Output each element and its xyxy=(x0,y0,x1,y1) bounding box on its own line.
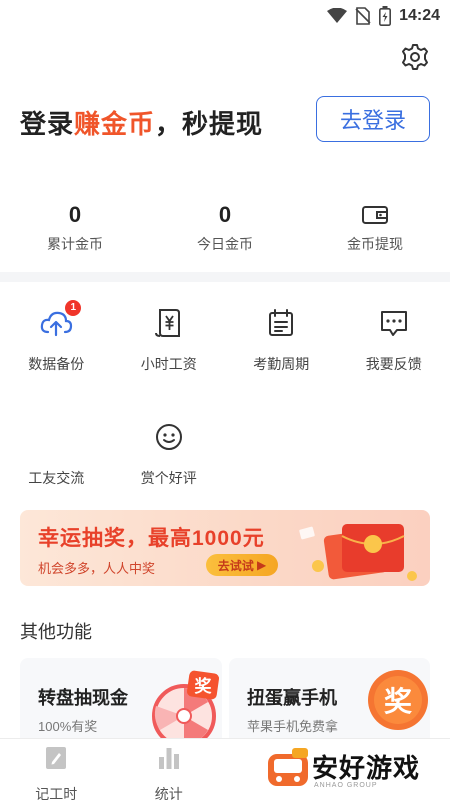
grid-item-attendance-cycle[interactable]: 考勤周期 xyxy=(225,306,338,420)
calendar-icon xyxy=(269,309,294,336)
login-title-suffix: ，秒提现 xyxy=(155,109,264,139)
today-coins-value: 0 xyxy=(218,202,232,227)
banner-try-button[interactable]: 去试试 ▶ xyxy=(206,554,278,576)
chat-bubble-icon xyxy=(380,311,407,336)
today-coins-label: 今日金币 xyxy=(197,236,253,252)
site-watermark: 安好游戏 ANHAO GROUP xyxy=(266,740,450,800)
wallet-icon xyxy=(362,206,388,224)
login-title-prefix: 登录 xyxy=(20,109,75,139)
withdraw-coins-label: 金币提现 xyxy=(347,236,403,252)
gear-icon xyxy=(402,44,428,70)
lucky-draw-banner[interactable]: 幸运抽奖，最高1000元 机会多多，人人中奖 去试试 ▶ xyxy=(20,510,430,586)
grid-item-hourly-wage[interactable]: 小时工资 xyxy=(113,306,226,420)
watermark-text: 安好游戏 xyxy=(312,753,421,783)
yen-document-icon xyxy=(154,309,180,337)
no-sim-icon xyxy=(355,7,371,25)
login-button[interactable]: 去登录 xyxy=(316,96,430,142)
section-divider xyxy=(0,272,450,282)
banner-try-label: 去试试 xyxy=(217,558,254,573)
grid-item-data-backup[interactable]: 1 数据备份 xyxy=(0,300,113,420)
grid-item-label: 考勤周期 xyxy=(253,356,310,372)
tab-label: 统计 xyxy=(154,786,183,800)
banner-subtitle: 机会多多，人人中奖 xyxy=(38,561,156,576)
card-title: 扭蛋赢手机 xyxy=(247,688,337,708)
prize-ball-text: 奖 xyxy=(384,686,412,717)
gacha-phone-card[interactable]: 扭蛋赢手机 苹果手机免费拿 奖 xyxy=(229,658,430,748)
login-banner: 登录赚金币，秒提现 去登录 xyxy=(20,96,430,144)
status-icons: 14:24 xyxy=(327,6,440,26)
gamepad-logo-icon xyxy=(268,748,308,786)
login-title: 登录赚金币，秒提现 xyxy=(20,104,263,141)
bar-chart-icon xyxy=(158,748,179,769)
login-title-highlight: 赚金币 xyxy=(74,109,156,139)
banner-title: 幸运抽奖，最高1000元 xyxy=(38,527,265,550)
total-coins-value: 0 xyxy=(68,202,82,227)
prize-wheel-icon: 奖 xyxy=(152,670,220,748)
tab-log-hours[interactable]: 记工时 xyxy=(0,739,113,800)
wifi-icon xyxy=(327,8,348,23)
coin-stats: 0 累计金币 0 今日金币 金币提现 xyxy=(0,200,450,260)
withdraw-coins[interactable]: 金币提现 xyxy=(300,200,450,260)
grid-item-label: 工友交流 xyxy=(28,470,85,486)
battery-icon xyxy=(379,6,392,26)
edit-icon xyxy=(46,747,67,769)
total-coins: 0 累计金币 xyxy=(0,200,150,260)
grid-item-label: 我要反馈 xyxy=(365,356,422,372)
settings-button[interactable] xyxy=(400,42,430,72)
prize-ball-icon: 奖 xyxy=(368,670,428,730)
card-subtitle: 100%有奖 xyxy=(38,719,98,734)
prize-tag-text: 奖 xyxy=(195,676,213,696)
triangle-right-icon: ▶ xyxy=(253,558,267,572)
grid-item-label: 赏个好评 xyxy=(140,470,197,486)
tab-label: 记工时 xyxy=(35,786,78,800)
total-coins-label: 累计金币 xyxy=(47,236,103,252)
card-title: 转盘抽现金 xyxy=(38,688,128,708)
tab-statistics[interactable]: 统计 xyxy=(113,739,226,800)
notification-badge: 1 xyxy=(65,300,82,316)
status-time: 14:24 xyxy=(399,7,440,24)
red-envelope-illustration xyxy=(299,524,417,581)
feature-grid: 1 数据备份 小时工资 考勤周期 我要反馈 工友交流 赏个好评 xyxy=(0,300,450,534)
status-bar: 14:24 xyxy=(0,0,450,32)
other-functions-title: 其他功能 xyxy=(20,622,92,642)
grid-item-label: 数据备份 xyxy=(28,356,85,372)
today-coins: 0 今日金币 xyxy=(150,200,300,260)
watermark-subtext: ANHAO GROUP xyxy=(314,782,378,789)
card-subtitle: 苹果手机免费拿 xyxy=(247,719,339,734)
grid-item-feedback[interactable]: 我要反馈 xyxy=(338,306,450,420)
smile-icon xyxy=(155,424,182,450)
grid-item-label: 小时工资 xyxy=(140,356,197,372)
spin-wheel-card[interactable]: 转盘抽现金 100%有奖 奖 xyxy=(20,658,222,748)
